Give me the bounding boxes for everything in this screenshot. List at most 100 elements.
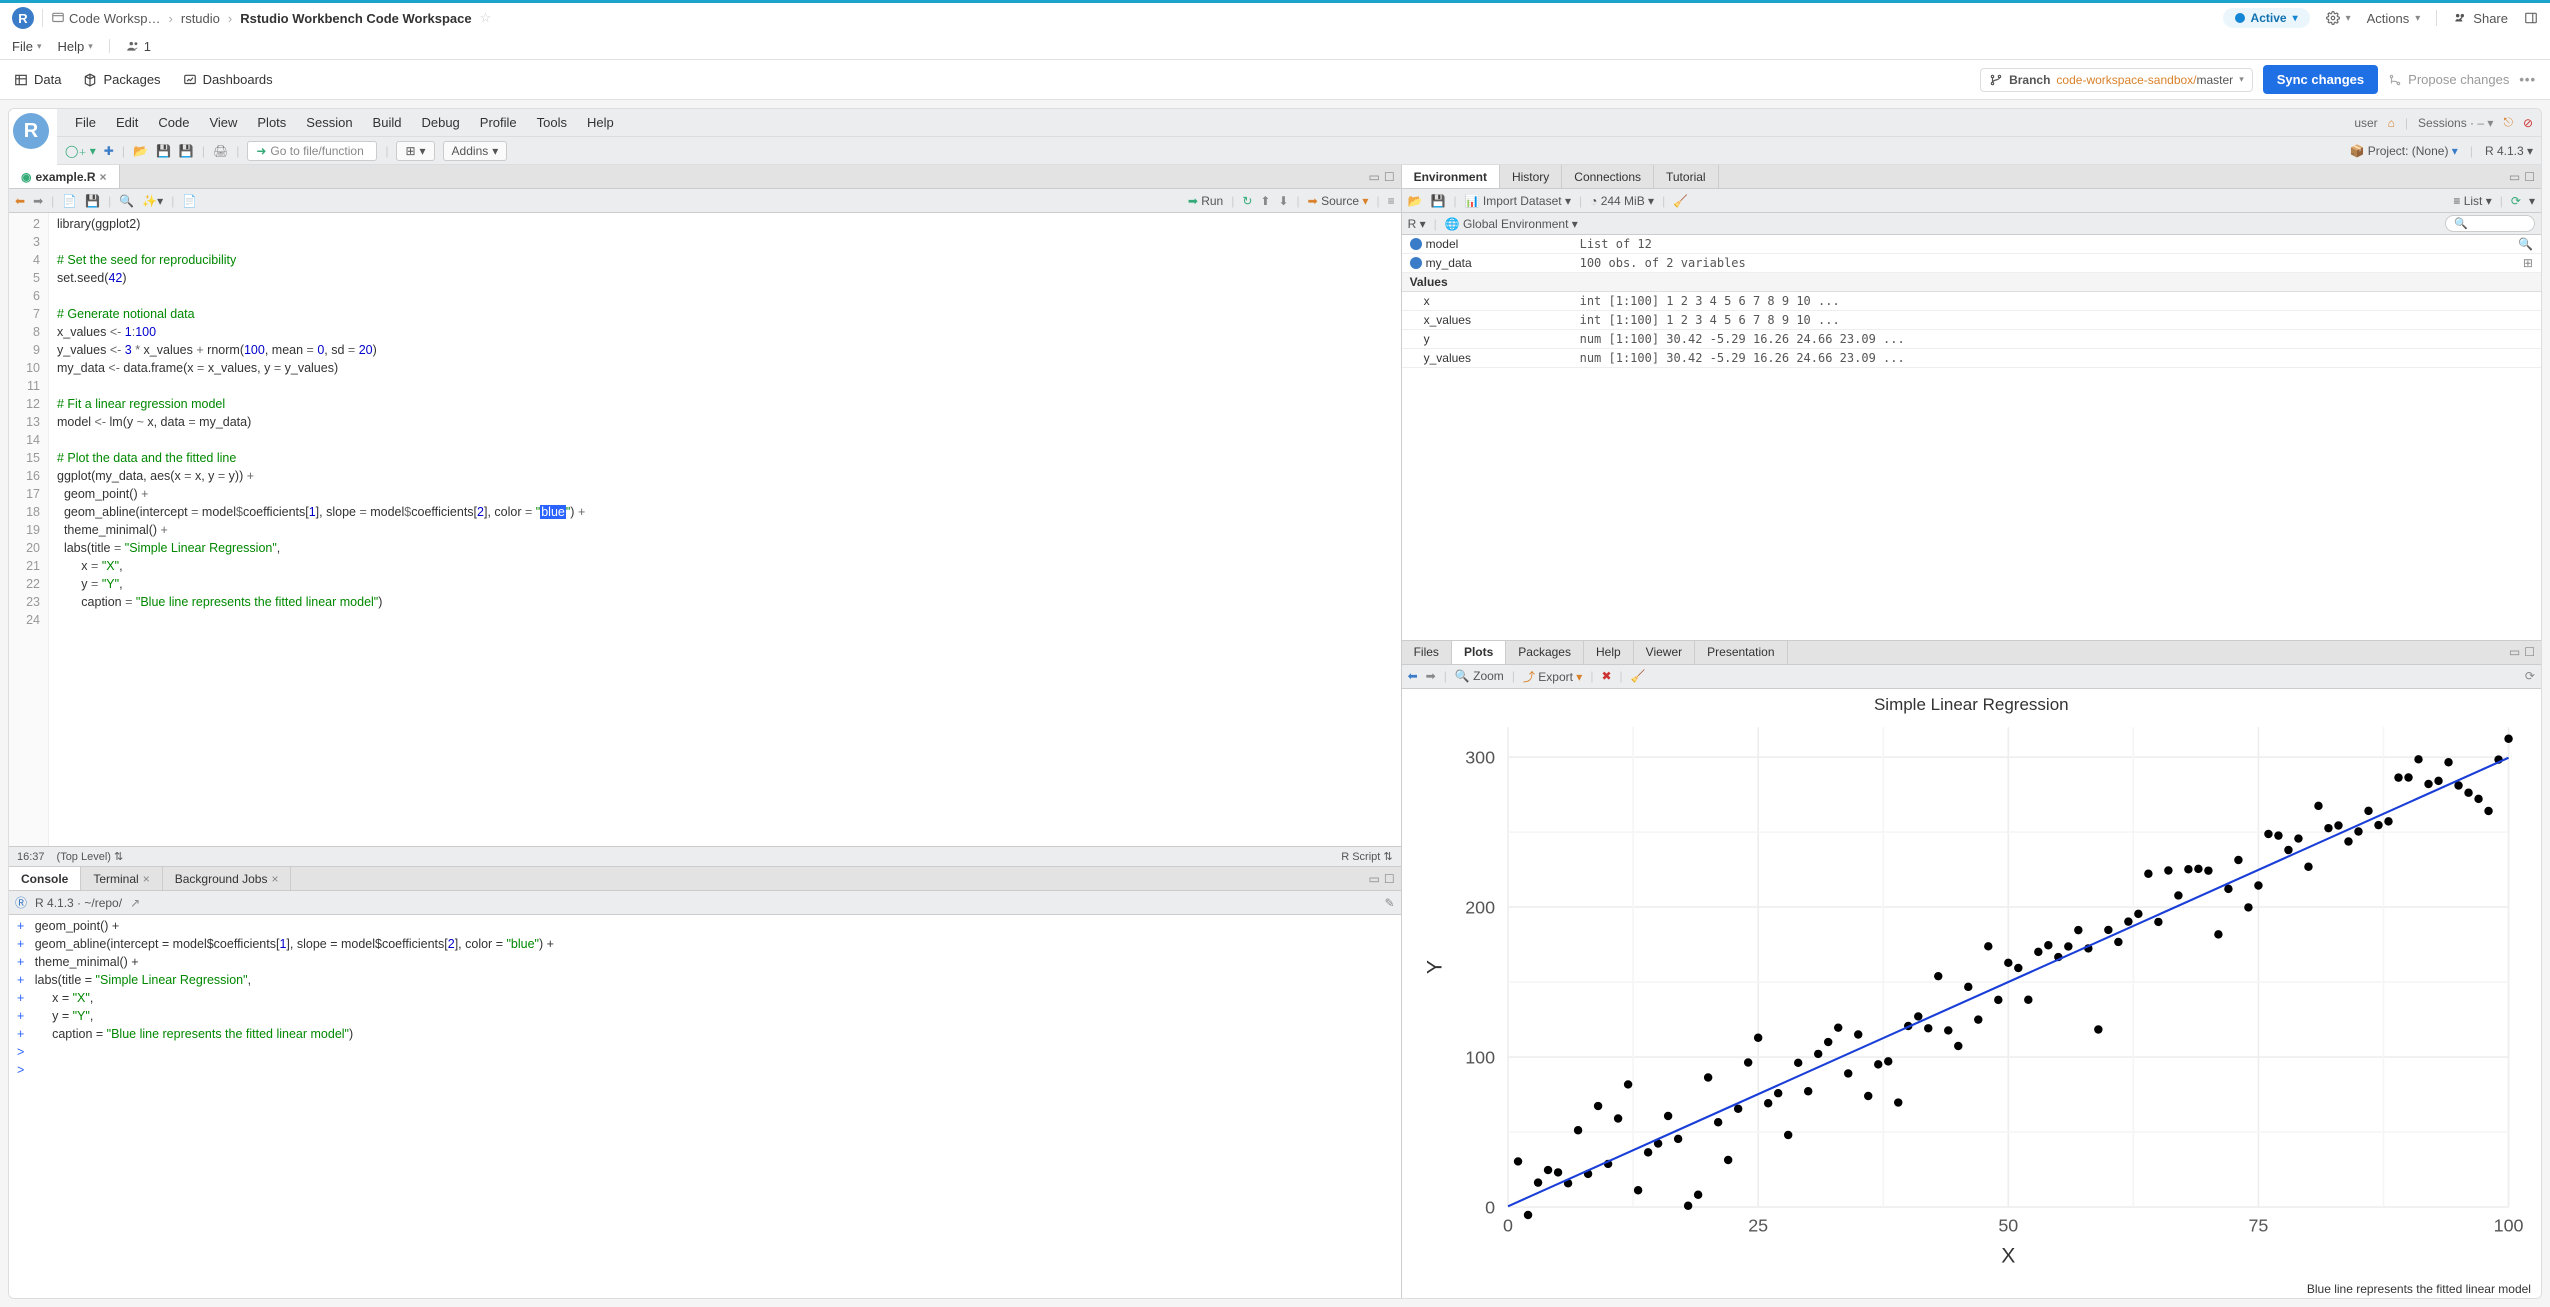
tab-history[interactable]: History	[1500, 165, 1562, 188]
star-icon[interactable]: ☆	[480, 10, 492, 26]
tab-console[interactable]: Console	[9, 867, 81, 890]
tab-files[interactable]: Files	[1402, 641, 1452, 664]
signout-icon[interactable]: ⎋	[2503, 115, 2513, 130]
save-all-icon[interactable]: 💾	[179, 144, 194, 158]
gear-menu[interactable]: ▾	[2326, 11, 2351, 25]
env-row[interactable]: ynum [1:100] 30.42 -5.29 16.26 24.66 23.…	[1402, 330, 2541, 349]
breadcrumb-root[interactable]: Code Worksp…	[51, 11, 161, 26]
close-icon[interactable]: ×	[100, 170, 107, 184]
show-in-files-icon[interactable]: 📄	[62, 194, 77, 208]
compile-icon[interactable]: 📄	[182, 194, 197, 208]
users-count[interactable]: 1	[126, 39, 151, 54]
down-icon[interactable]: ⬇	[1278, 194, 1288, 208]
tab-presentation[interactable]: Presentation	[1695, 641, 1787, 664]
goto-file-input[interactable]: ➜ Go to file/function	[247, 141, 377, 161]
env-row[interactable]: x_valuesint [1:100] 1 2 3 4 5 6 7 8 9 10…	[1402, 311, 2541, 330]
menu-code[interactable]: Code	[148, 111, 199, 134]
menu-help[interactable]: Help▾	[57, 39, 92, 54]
menu-build[interactable]: Build	[363, 111, 412, 134]
env-row[interactable]: y_valuesnum [1:100] 30.42 -5.29 16.26 24…	[1402, 349, 2541, 368]
memory[interactable]: ◔ 244 MiB ▾	[1590, 194, 1654, 208]
editor-tab[interactable]: ◉ example.R ×	[9, 165, 120, 188]
env-search-input[interactable]: 🔍	[2445, 215, 2535, 232]
tab-connections[interactable]: Connections	[1562, 165, 1654, 188]
maximize-icon[interactable]: ☐	[2524, 645, 2535, 659]
global-env[interactable]: 🌐 Global Environment ▾	[1445, 217, 1578, 231]
open-icon[interactable]: 📂	[133, 144, 148, 158]
save-icon[interactable]: 💾	[156, 144, 171, 158]
tab-background-jobs[interactable]: Background Jobs ×	[163, 867, 292, 890]
panel-toggle-icon[interactable]	[2524, 11, 2538, 25]
env-row[interactable]: my_data 100 obs. of 2 variables ⊞	[1402, 254, 2541, 273]
tab-terminal[interactable]: Terminal ×	[81, 867, 162, 890]
maximize-icon[interactable]: ☐	[1384, 872, 1395, 886]
stop-icon[interactable]: ⊘	[2523, 116, 2533, 130]
minimize-icon[interactable]: ▭	[2509, 645, 2520, 659]
menu-session[interactable]: Session	[296, 111, 362, 134]
addins-menu[interactable]: Addins ▾	[443, 141, 508, 161]
menu-file[interactable]: File	[65, 111, 106, 134]
new-project-icon[interactable]: ✚	[104, 144, 114, 158]
maximize-icon[interactable]: ☐	[2524, 170, 2535, 184]
more-menu[interactable]: •••	[2519, 72, 2536, 87]
close-icon[interactable]: ×	[271, 872, 278, 886]
tab-data[interactable]: Data	[14, 72, 61, 87]
outline-icon[interactable]: ≡	[1388, 194, 1395, 208]
project-menu[interactable]: 📦 Project: (None) ▾	[2349, 144, 2457, 158]
find-icon[interactable]: 🔍	[119, 194, 134, 208]
minimize-icon[interactable]: ▭	[2509, 170, 2520, 184]
tab-viewer[interactable]: Viewer	[1634, 641, 1695, 664]
tab-tutorial[interactable]: Tutorial	[1654, 165, 1719, 188]
search-icon[interactable]: 🔍	[2518, 237, 2533, 251]
pane-layout-icon[interactable]: ⊞▾	[396, 141, 434, 161]
save-icon[interactable]: 💾	[1431, 194, 1446, 208]
minimize-icon[interactable]: ▭	[1368, 872, 1379, 886]
table-icon[interactable]: ⊞	[2523, 256, 2533, 270]
menu-edit[interactable]: Edit	[106, 111, 148, 134]
share-button[interactable]: Share	[2453, 11, 2508, 26]
rerun-icon[interactable]: ↻	[1242, 194, 1252, 208]
r-scope[interactable]: R ▾	[1408, 217, 1426, 231]
propose-button[interactable]: Propose changes	[2388, 72, 2509, 87]
new-file-icon[interactable]: ◯＋ ▾	[65, 144, 96, 158]
menu-view[interactable]: View	[199, 111, 247, 134]
tab-packages[interactable]: Packages	[83, 72, 160, 87]
actions-menu[interactable]: Actions ▾	[2367, 11, 2421, 26]
menu-debug[interactable]: Debug	[411, 111, 469, 134]
scope-selector[interactable]: (Top Level) ⇅	[57, 850, 124, 863]
menu-file[interactable]: File▾	[12, 39, 41, 54]
popout-icon[interactable]: ↗	[130, 896, 140, 910]
r-version[interactable]: R 4.1.3 ▾	[2485, 144, 2533, 158]
tab-dashboards[interactable]: Dashboards	[183, 72, 273, 87]
close-icon[interactable]: ×	[143, 872, 150, 886]
maximize-icon[interactable]: ☐	[1384, 170, 1395, 184]
zoom-button[interactable]: 🔍 Zoom	[1455, 669, 1504, 683]
status-active[interactable]: Active ▾	[2223, 8, 2310, 28]
refresh-icon[interactable]: ⟳	[2511, 194, 2521, 208]
import-dataset[interactable]: 📊 Import Dataset ▾	[1465, 194, 1571, 208]
env-row[interactable]: model List of 12 🔍	[1402, 235, 2541, 254]
clear-plots-icon[interactable]: 🧹	[1631, 669, 1646, 683]
tab-help[interactable]: Help	[1584, 641, 1634, 664]
save-icon[interactable]: 💾	[85, 194, 100, 208]
refresh-icon[interactable]: ⟳	[2525, 669, 2535, 683]
menu-help[interactable]: Help	[577, 111, 624, 134]
clear-icon[interactable]: 🧹	[1673, 194, 1688, 208]
wand-icon[interactable]: ✨▾	[142, 194, 163, 208]
source-button[interactable]: ➡ Source ▾	[1308, 194, 1369, 208]
console[interactable]: + geom_point() ++ geom_abline(intercept …	[9, 915, 1401, 1298]
sessions-menu[interactable]: Sessions · – ▾	[2418, 116, 2493, 130]
branch-selector[interactable]: Branch code-workspace-sandbox/master ▾	[1980, 68, 2253, 92]
fwd-icon[interactable]: ➡	[33, 194, 43, 208]
up-icon[interactable]: ⬆	[1260, 194, 1270, 208]
print-icon[interactable]: 🖨	[213, 144, 228, 158]
load-icon[interactable]: 📂	[1408, 194, 1423, 208]
export-button[interactable]: ⤴ Export ▾	[1523, 668, 1582, 685]
tab-plots[interactable]: Plots	[1452, 641, 1506, 664]
env-row[interactable]: xint [1:100] 1 2 3 4 5 6 7 8 9 10 ...	[1402, 292, 2541, 311]
tab-environment[interactable]: Environment	[1402, 165, 1500, 188]
menu-profile[interactable]: Profile	[470, 111, 527, 134]
menu-plots[interactable]: Plots	[247, 111, 296, 134]
plot-prev-icon[interactable]: ⬅	[1408, 669, 1418, 683]
breadcrumb-item[interactable]: rstudio	[181, 11, 220, 26]
